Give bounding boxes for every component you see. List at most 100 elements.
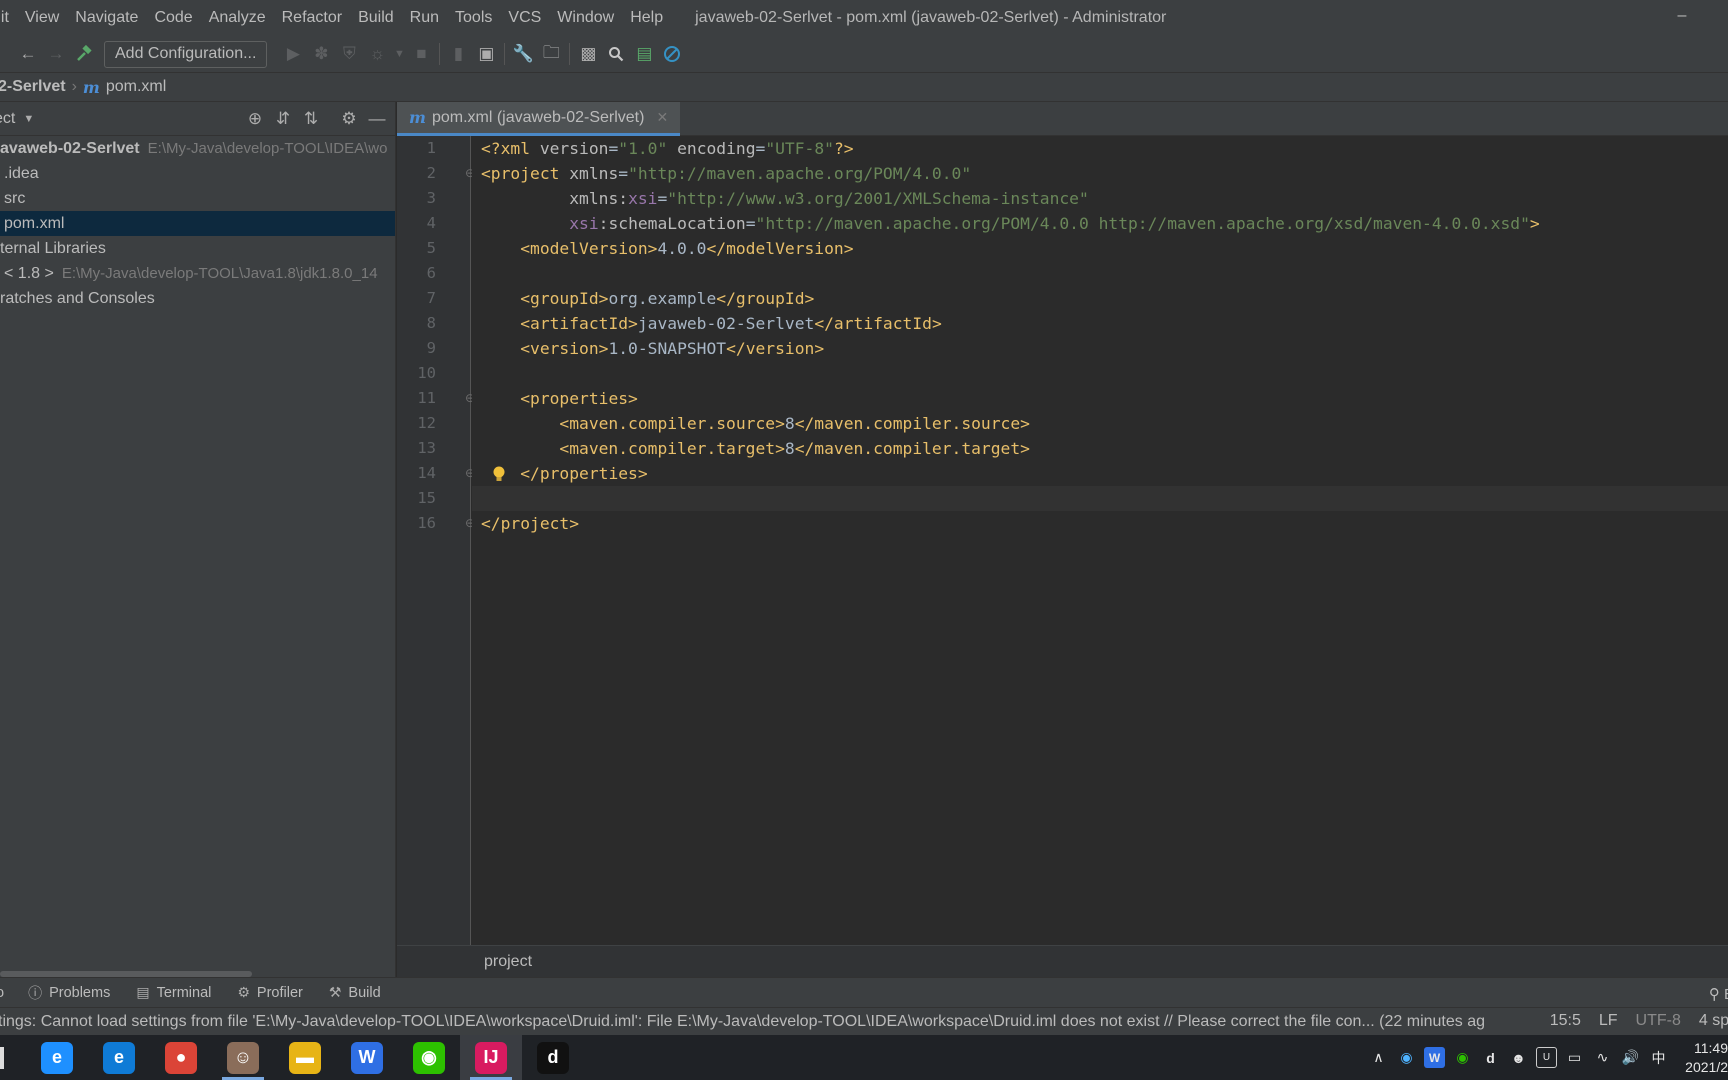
expand-all-icon[interactable]: ⇵: [271, 107, 295, 131]
wps-tray-icon[interactable]: W: [1424, 1047, 1445, 1068]
breadcrumb-project[interactable]: 2-Serlvet: [0, 78, 66, 96]
intellij-app-button[interactable]: IJ: [460, 1035, 522, 1080]
menu-code[interactable]: Code: [146, 9, 200, 27]
search-icon[interactable]: ⚲ E: [1709, 985, 1728, 1003]
line-number[interactable]: 15: [417, 486, 436, 511]
tool-build[interactable]: ⚒ Build: [329, 983, 381, 1003]
input-tray-icon[interactable]: U: [1536, 1047, 1557, 1068]
system-clock[interactable]: 11:49 2021/2: [1676, 1039, 1728, 1077]
project-view-selector[interactable]: ect: [0, 110, 15, 128]
menu-vcs[interactable]: VCS: [500, 9, 549, 27]
tool-problems[interactable]: ⓘ Problems: [28, 983, 110, 1003]
breadcrumb-tag[interactable]: project: [484, 953, 532, 971]
line-number[interactable]: 6: [427, 261, 436, 286]
menu-window[interactable]: Window: [549, 9, 622, 27]
open-folder-icon[interactable]: 🗀: [537, 40, 565, 68]
qq-tray-icon[interactable]: ☻: [1508, 1047, 1529, 1068]
code-line[interactable]: <version>1.0-SNAPSHOT</version>: [472, 336, 1728, 361]
tab-pom-xml[interactable]: m pom.xml (javaweb-02-Serlvet) ✕: [397, 102, 681, 136]
menu-analyze[interactable]: Analyze: [201, 9, 274, 27]
wechat-app-button[interactable]: ◉: [398, 1035, 460, 1080]
line-number[interactable]: 1: [427, 136, 436, 161]
add-configuration-button[interactable]: Add Configuration...: [104, 40, 268, 68]
tree-item[interactable]: src: [0, 186, 395, 211]
battery-icon[interactable]: ▭: [1564, 1047, 1585, 1068]
stop-icon[interactable]: ■: [407, 40, 435, 68]
profile-icon[interactable]: ☼: [363, 40, 391, 68]
build-hammer-icon[interactable]: [70, 40, 98, 68]
chrome-app-button[interactable]: ●: [150, 1035, 212, 1080]
tree-item[interactable]: ternal Libraries: [0, 236, 395, 261]
code-line[interactable]: <maven.compiler.source>8</maven.compiler…: [472, 411, 1728, 436]
lightbulb-icon[interactable]: [491, 461, 507, 486]
volume-icon[interactable]: 🔊: [1620, 1047, 1641, 1068]
ime-indicator[interactable]: 中: [1648, 1047, 1669, 1068]
line-number[interactable]: 11: [417, 386, 436, 411]
menu-refactor[interactable]: Refactor: [274, 9, 350, 27]
hide-icon[interactable]: —: [365, 107, 389, 131]
menu-tools[interactable]: Tools: [447, 9, 500, 27]
menu-dit[interactable]: dit: [0, 9, 17, 27]
tree-item[interactable]: ratches and Consoles: [0, 286, 395, 311]
explorer-app-button[interactable]: ▬: [274, 1035, 336, 1080]
wechat-tray-icon[interactable]: ◉: [1452, 1047, 1473, 1068]
edge-app-button[interactable]: e: [88, 1035, 150, 1080]
indent-setting[interactable]: 4 spa: [1699, 1012, 1728, 1030]
line-number[interactable]: 3: [427, 186, 436, 211]
code-line[interactable]: xmlns:xsi="http://www.w3.org/2001/XMLSch…: [472, 186, 1728, 211]
line-number[interactable]: 4: [427, 211, 436, 236]
gear-icon[interactable]: ⚙: [337, 107, 361, 131]
code-line[interactable]: <?xml version="1.0" encoding="UTF-8"?>: [472, 136, 1728, 161]
search-icon[interactable]: [602, 40, 630, 68]
chevron-up-icon[interactable]: ∧: [1368, 1047, 1389, 1068]
wifi-icon[interactable]: ∿: [1592, 1047, 1613, 1068]
code-line[interactable]: [472, 261, 1728, 286]
line-number[interactable]: 2: [427, 161, 436, 186]
run-icon[interactable]: ▶: [279, 40, 307, 68]
tray-app-icon[interactable]: ◉: [1396, 1047, 1417, 1068]
code-line[interactable]: <maven.compiler.target>8</maven.compiler…: [472, 436, 1728, 461]
code-editor[interactable]: <?xml version="1.0" encoding="UTF-8"?> <p…: [472, 136, 1728, 945]
chevron-down-icon[interactable]: ▼: [391, 40, 407, 68]
coverage-icon[interactable]: ⛨: [335, 40, 363, 68]
tree-item[interactable]: pom.xml: [0, 211, 395, 236]
breadcrumb-file[interactable]: pom.xml: [106, 78, 166, 96]
menu-help[interactable]: Help: [622, 9, 671, 27]
debug-icon[interactable]: ✽: [307, 40, 335, 68]
code-line[interactable]: <groupId>org.example</groupId>: [472, 286, 1728, 311]
monitor-icon[interactable]: ▤: [630, 40, 658, 68]
line-number[interactable]: 14: [417, 461, 436, 486]
back-arrow-icon[interactable]: ←: [14, 40, 42, 68]
code-line[interactable]: </properties>: [472, 461, 1728, 486]
tree-item[interactable]: .idea: [0, 161, 395, 186]
line-separator[interactable]: LF: [1599, 1012, 1618, 1030]
dingtalk-app-button[interactable]: d: [522, 1035, 584, 1080]
minimize-button[interactable]: –: [1672, 7, 1692, 27]
code-line[interactable]: <modelVersion>4.0.0</modelVersion>: [472, 236, 1728, 261]
tool-profiler[interactable]: ⚙ Profiler: [237, 983, 303, 1003]
line-number[interactable]: 10: [417, 361, 436, 386]
code-line[interactable]: xsi:schemaLocation="http://maven.apache.…: [472, 211, 1728, 236]
line-number[interactable]: 7: [427, 286, 436, 311]
code-line[interactable]: [472, 361, 1728, 386]
menu-view[interactable]: View: [17, 9, 67, 27]
no-entry-icon[interactable]: [658, 40, 686, 68]
collapse-all-icon[interactable]: ⇅: [299, 107, 323, 131]
menu-build[interactable]: Build: [350, 9, 402, 27]
line-number[interactable]: 5: [427, 236, 436, 261]
tool-terminal[interactable]: ▤ Terminal: [136, 983, 211, 1003]
menu-navigate[interactable]: Navigate: [67, 9, 146, 27]
tree-item[interactable]: < 1.8 > E:\My-Java\develop-TOOL\Java1.8\j…: [0, 261, 395, 286]
settings-wrench-icon[interactable]: 🔧: [509, 40, 537, 68]
locate-icon[interactable]: ⊕: [243, 107, 267, 131]
code-line[interactable]: <artifactId>javaweb-02-Serlvet</artifact…: [472, 311, 1728, 336]
dingtalk-tray-icon[interactable]: d: [1480, 1047, 1501, 1068]
status-message[interactable]: tings: Cannot load settings from file 'E…: [0, 1013, 1518, 1031]
wps-app-button[interactable]: W: [336, 1035, 398, 1080]
line-number[interactable]: 13: [417, 436, 436, 461]
line-number[interactable]: 12: [417, 411, 436, 436]
forward-arrow-icon[interactable]: →: [42, 40, 70, 68]
line-number[interactable]: 8: [427, 311, 436, 336]
vcs-icon[interactable]: ▮: [444, 40, 472, 68]
menu-run[interactable]: Run: [402, 9, 447, 27]
